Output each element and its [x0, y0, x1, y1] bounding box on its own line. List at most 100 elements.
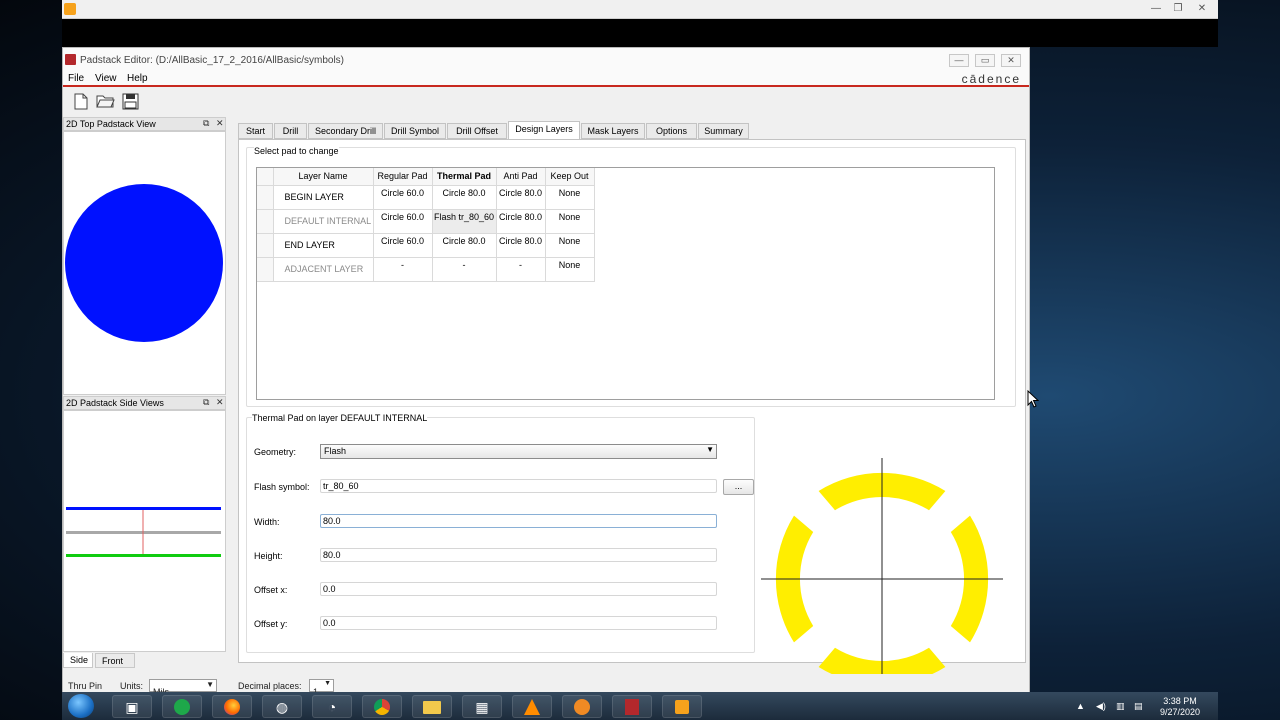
- table-row[interactable]: END LAYER Circle 60.0 Circle 80.0 Circle…: [257, 233, 595, 258]
- keep-out-cell[interactable]: None: [545, 257, 595, 282]
- windows-taskbar: ▣ ◍ ◔ ▦ ▲ ◀) ▥ ▤ 3:38 PM 9/27/2020: [62, 692, 1218, 720]
- player-app-icon: [64, 3, 76, 15]
- flash-symbol-input[interactable]: tr_80_60: [320, 479, 717, 493]
- calculator-icon[interactable]: ▦: [462, 695, 502, 718]
- col-regular-pad[interactable]: Regular Pad: [373, 168, 433, 186]
- close-button[interactable]: ✕: [1001, 54, 1021, 67]
- row-header[interactable]: [257, 257, 274, 282]
- menu-view[interactable]: View: [95, 73, 117, 84]
- player-minimize-icon[interactable]: —: [1146, 3, 1166, 16]
- units-select[interactable]: Mils ▼: [149, 679, 217, 697]
- toolbar: [63, 89, 1029, 117]
- allegro-app-icon[interactable]: [612, 695, 652, 718]
- thermal-pad-cell[interactable]: -: [432, 257, 497, 282]
- col-thermal-pad[interactable]: Thermal Pad: [432, 168, 497, 186]
- player-close-icon[interactable]: ✕: [1192, 3, 1212, 16]
- action-center-icon[interactable]: ▤: [1134, 701, 1143, 712]
- side-view-canvas: [63, 410, 226, 652]
- table-row[interactable]: ADJACENT LAYER - - - None: [257, 257, 595, 282]
- tab-options[interactable]: Options: [646, 123, 697, 139]
- open-folder-icon[interactable]: [95, 93, 115, 113]
- float-panel-icon[interactable]: ⧉: [203, 118, 209, 129]
- tab-front[interactable]: Front: [95, 653, 135, 668]
- keep-out-cell[interactable]: None: [545, 209, 595, 234]
- volume-icon[interactable]: ◀): [1096, 701, 1106, 712]
- offset-y-input[interactable]: 0.0: [320, 616, 717, 630]
- tab-drill-offset[interactable]: Drill Offset: [447, 123, 507, 139]
- col-keep-out[interactable]: Keep Out: [545, 168, 595, 186]
- thermal-pad-cell-selected[interactable]: Flash tr_80_60: [432, 209, 497, 234]
- begin-layer-line: [66, 507, 221, 510]
- height-input[interactable]: 80.0: [320, 548, 717, 562]
- offset-x-input[interactable]: 0.0: [320, 582, 717, 596]
- layer-name-cell[interactable]: ADJACENT LAYER: [273, 257, 374, 282]
- regular-pad-cell[interactable]: Circle 60.0: [373, 209, 433, 234]
- vlc-icon[interactable]: [512, 695, 552, 718]
- regular-pad-cell[interactable]: -: [373, 257, 433, 282]
- firefox-icon[interactable]: [212, 695, 252, 718]
- col-anti-pad[interactable]: Anti Pad: [496, 168, 546, 186]
- menu-file[interactable]: File: [68, 73, 84, 84]
- anti-pad-cell[interactable]: Circle 80.0: [496, 209, 546, 234]
- explorer-app-icon[interactable]: ◍: [262, 695, 302, 718]
- thermal-pad-cell[interactable]: Circle 80.0: [432, 185, 497, 210]
- regular-pad-cell[interactable]: Circle 60.0: [373, 233, 433, 258]
- close-panel-icon[interactable]: ✕: [216, 118, 224, 129]
- table-row[interactable]: BEGIN LAYER Circle 60.0 Circle 80.0 Circ…: [257, 185, 595, 210]
- tab-drill[interactable]: Drill: [274, 123, 307, 139]
- new-file-icon[interactable]: [71, 93, 91, 113]
- anti-pad-cell[interactable]: Circle 80.0: [496, 185, 546, 210]
- table-row[interactable]: DEFAULT INTERNAL Circle 60.0 Flash tr_80…: [257, 209, 595, 234]
- keep-out-cell[interactable]: None: [545, 233, 595, 258]
- browse-flash-button[interactable]: ...: [723, 479, 754, 495]
- network-icon[interactable]: ▥: [1116, 701, 1125, 712]
- tab-secondary-drill[interactable]: Secondary Drill: [308, 123, 383, 139]
- decimal-places-select[interactable]: 1 ▼: [309, 679, 334, 697]
- status-bar: Thru Pin Units: Mils ▼ Decimal places: 1…: [63, 674, 1029, 697]
- thermal-pad-cell[interactable]: Circle 80.0: [432, 233, 497, 258]
- row-header[interactable]: [257, 233, 274, 258]
- layer-name-cell[interactable]: END LAYER: [273, 233, 374, 258]
- minimize-button[interactable]: —: [949, 54, 969, 67]
- tab-drill-symbol[interactable]: Drill Symbol: [384, 123, 446, 139]
- close-panel-icon[interactable]: ✕: [216, 397, 224, 408]
- system-clock[interactable]: 3:38 PM 9/27/2020: [1160, 696, 1200, 718]
- folder-icon[interactable]: [412, 695, 452, 718]
- maximize-button[interactable]: ▭: [975, 54, 995, 67]
- cmd-app-icon[interactable]: ▣: [112, 695, 152, 718]
- tab-design-layers[interactable]: Design Layers: [508, 121, 580, 140]
- row-header[interactable]: [257, 209, 274, 234]
- col-layer-name[interactable]: Layer Name: [273, 168, 374, 186]
- anti-pad-cell[interactable]: Circle 80.0: [496, 233, 546, 258]
- keep-out-cell[interactable]: None: [545, 185, 595, 210]
- chrome-icon[interactable]: [362, 695, 402, 718]
- tab-start[interactable]: Start: [238, 123, 273, 139]
- save-icon[interactable]: [120, 93, 140, 113]
- anti-pad-cell[interactable]: -: [496, 257, 546, 282]
- chevron-down-icon: ▼: [706, 445, 714, 454]
- menu-help[interactable]: Help: [127, 73, 148, 84]
- layer-name-cell[interactable]: DEFAULT INTERNAL: [273, 209, 374, 234]
- windows-start-icon[interactable]: [68, 694, 94, 718]
- float-panel-icon[interactable]: ⧉: [203, 397, 209, 408]
- thermal-pad-group-label: Thermal Pad on layer DEFAULT INTERNAL: [252, 413, 428, 423]
- menu-bar: File View Help cādence: [63, 70, 1029, 87]
- team-app-icon[interactable]: [562, 695, 602, 718]
- green-app-icon[interactable]: [162, 695, 202, 718]
- height-label: Height:: [254, 551, 283, 561]
- player-maximize-icon[interactable]: ❐: [1168, 3, 1188, 16]
- row-header[interactable]: [257, 185, 274, 210]
- tab-summary[interactable]: Summary: [698, 123, 749, 139]
- geometry-select[interactable]: Flash ▼: [320, 444, 717, 459]
- layer-name-cell[interactable]: BEGIN LAYER: [273, 185, 374, 210]
- tab-mask-layers[interactable]: Mask Layers: [581, 123, 645, 139]
- media-player-icon[interactable]: [662, 695, 702, 718]
- player-letterbox: [62, 19, 1218, 47]
- thermal-pad-group: Thermal Pad on layer DEFAULT INTERNAL Ge…: [246, 413, 755, 653]
- regular-pad-cell[interactable]: Circle 60.0: [373, 185, 433, 210]
- layers-table: Layer Name Regular Pad Thermal Pad Anti …: [257, 168, 595, 282]
- cadence-app-icon[interactable]: ◔: [312, 695, 352, 718]
- width-input[interactable]: 80.0: [320, 514, 717, 528]
- tab-side[interactable]: Side: [63, 653, 93, 668]
- tray-expand-icon[interactable]: ▲: [1076, 701, 1085, 711]
